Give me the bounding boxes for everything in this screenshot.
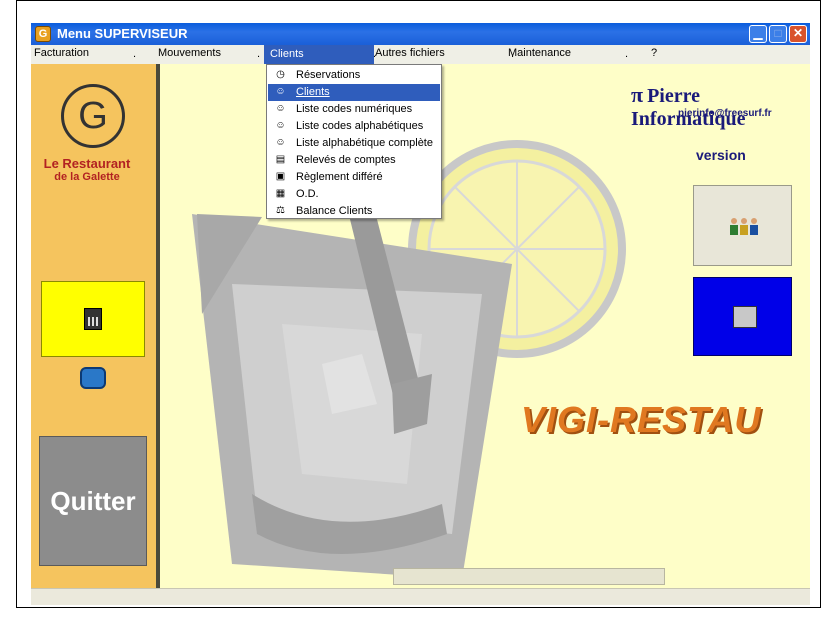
menu-maintenance[interactable]: Maintenance xyxy=(508,47,571,59)
menu-clients[interactable]: Clients xyxy=(264,45,374,64)
maximize-button[interactable]: □ xyxy=(769,25,787,43)
calculator-icon xyxy=(84,308,102,330)
clients-dropdown-menu: ◷ Réservations ☺ Clients ☺ Liste codes n… xyxy=(266,64,442,219)
terminal-icon xyxy=(733,306,757,328)
menu-facturation[interactable]: Facturation xyxy=(34,47,89,59)
restaurant-name-line1: Le Restaurant xyxy=(43,156,131,171)
status-field xyxy=(393,568,665,585)
menu-item-codes-numeriques[interactable]: ☺ Liste codes numériques xyxy=(268,101,440,118)
sidebar-divider xyxy=(156,64,160,588)
close-button[interactable]: ✕ xyxy=(789,25,807,43)
menu-separator: . xyxy=(257,48,261,60)
minimize-button[interactable]: ▁ xyxy=(749,25,767,43)
menu-item-label: Liste codes alphabétiques xyxy=(296,120,424,132)
menu-item-reglement[interactable]: ▣ Règlement différé xyxy=(268,169,440,186)
ledger-icon: ▦ xyxy=(275,188,286,199)
menu-help[interactable]: ? xyxy=(651,47,657,59)
terminal-button[interactable] xyxy=(693,277,792,356)
quit-button[interactable]: Quitter xyxy=(39,436,147,566)
menu-item-label: Balance Clients xyxy=(296,205,373,217)
menu-item-liste-alphabetique[interactable]: ☺ Liste alphabétique complète xyxy=(268,135,440,152)
menu-item-label: Règlement différé xyxy=(296,171,383,183)
menu-separator: . xyxy=(133,48,137,60)
brand-title: π Pierre Informatique xyxy=(631,82,810,131)
title-bar: G Menu SUPERVISEUR ▁ □ ✕ xyxy=(31,23,810,45)
menu-item-label: Liste codes numériques xyxy=(296,103,413,115)
menu-item-label: O.D. xyxy=(296,188,319,200)
menu-separator: . xyxy=(625,48,629,60)
payment-icon: ▣ xyxy=(275,171,286,182)
list-people-icon: ☺ xyxy=(275,103,286,114)
list-people-icon: ☺ xyxy=(275,137,286,148)
version-label: version xyxy=(696,147,746,163)
menu-mouvements[interactable]: Mouvements xyxy=(158,47,221,59)
menu-bar: Facturation . Mouvements . Clients . Aut… xyxy=(31,45,810,64)
calculator-button[interactable] xyxy=(41,281,145,357)
clock-icon: ◷ xyxy=(276,69,285,80)
status-bar xyxy=(31,588,810,605)
restaurant-name-line2: de la Galette xyxy=(54,171,120,183)
menu-item-reservations[interactable]: ◷ Réservations xyxy=(268,67,440,84)
balance-icon: ⚖ xyxy=(276,205,285,216)
menu-item-od[interactable]: ▦ O.D. xyxy=(268,186,440,203)
brand-email: pierinfo@freesurf.fr xyxy=(678,108,772,119)
menu-item-label: Réservations xyxy=(296,69,361,81)
app-name: VIGI-RESTAU xyxy=(521,399,762,440)
users-icon: ☺ xyxy=(275,86,286,97)
restaurant-logo: G xyxy=(61,84,125,148)
document-icon: ▤ xyxy=(275,154,286,165)
window-title: Menu SUPERVISEUR xyxy=(57,26,188,41)
users-button[interactable] xyxy=(693,185,792,266)
sidebar: G Le Restaurant de la Galette Quitter xyxy=(31,64,156,588)
phone-icon[interactable] xyxy=(80,367,106,389)
menu-item-releves[interactable]: ▤ Relevés de comptes xyxy=(268,152,440,169)
menu-item-label: Clients xyxy=(296,86,330,98)
menu-item-label: Liste alphabétique complète xyxy=(296,137,433,149)
menu-item-clients[interactable]: ☺ Clients xyxy=(268,84,440,101)
menu-item-balance[interactable]: ⚖ Balance Clients xyxy=(268,203,440,220)
list-people-icon: ☺ xyxy=(275,120,286,131)
pi-icon: π xyxy=(631,82,644,107)
users-icon xyxy=(730,218,758,235)
app-icon: G xyxy=(35,26,51,42)
menu-item-codes-alphabetiques[interactable]: ☺ Liste codes alphabétiques xyxy=(268,118,440,135)
menu-item-label: Relevés de comptes xyxy=(296,154,396,166)
menu-autres-fichiers[interactable]: Autres fichiers xyxy=(375,47,445,59)
